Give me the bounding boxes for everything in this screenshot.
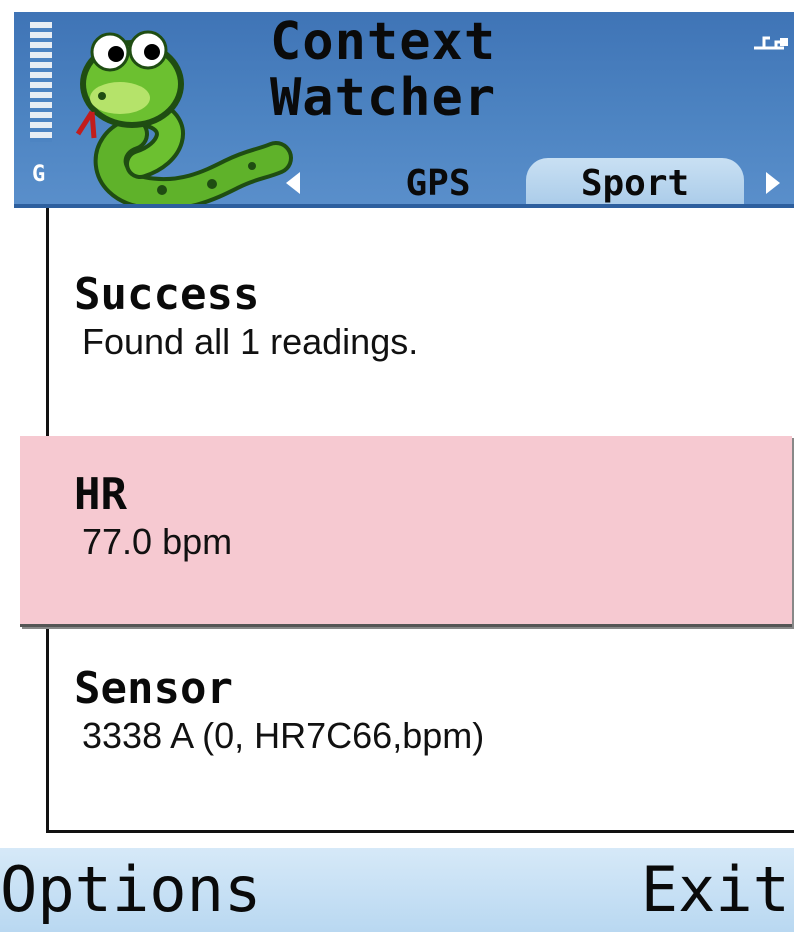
exit-softkey[interactable]: Exit: [641, 852, 790, 928]
arrow-right-icon[interactable]: [766, 172, 780, 194]
list-item-value: 77.0 bpm: [82, 521, 233, 562]
list-item-value: Found all 1 readings.: [82, 321, 419, 362]
signal-strength-icon: [30, 22, 52, 142]
list-item-sensor[interactable]: Sensor 3338 A (0, HR7C66,bpm): [74, 664, 484, 758]
arrow-left-icon[interactable]: [286, 172, 300, 194]
snake-mascot-icon: [75, 30, 293, 208]
options-softkey[interactable]: Options: [0, 852, 261, 928]
network-type-indicator: G: [32, 162, 46, 187]
list-item-title: Sensor: [74, 663, 233, 714]
list-item-title: Success: [74, 269, 260, 320]
list-item-title: HR: [74, 469, 127, 520]
app-title-line-2: Watcher: [270, 68, 497, 128]
list-item-hr[interactable]: HR 77.0 bpm: [74, 470, 232, 564]
app-title: Context Watcher: [270, 14, 496, 126]
list-item-success[interactable]: Success Found all 1 readings.: [74, 270, 418, 364]
app-title-line-1: Context: [270, 12, 497, 72]
tab-gps[interactable]: GPS: [368, 158, 508, 208]
list-item-value: 3338 A (0, HR7C66,bpm): [82, 715, 485, 756]
tab-sport[interactable]: Sport: [526, 158, 744, 208]
softkey-bar: Options Exit: [0, 848, 794, 932]
usb-connection-icon: [754, 36, 788, 50]
app-header: G Context Watcher GPS Sport: [14, 12, 794, 208]
